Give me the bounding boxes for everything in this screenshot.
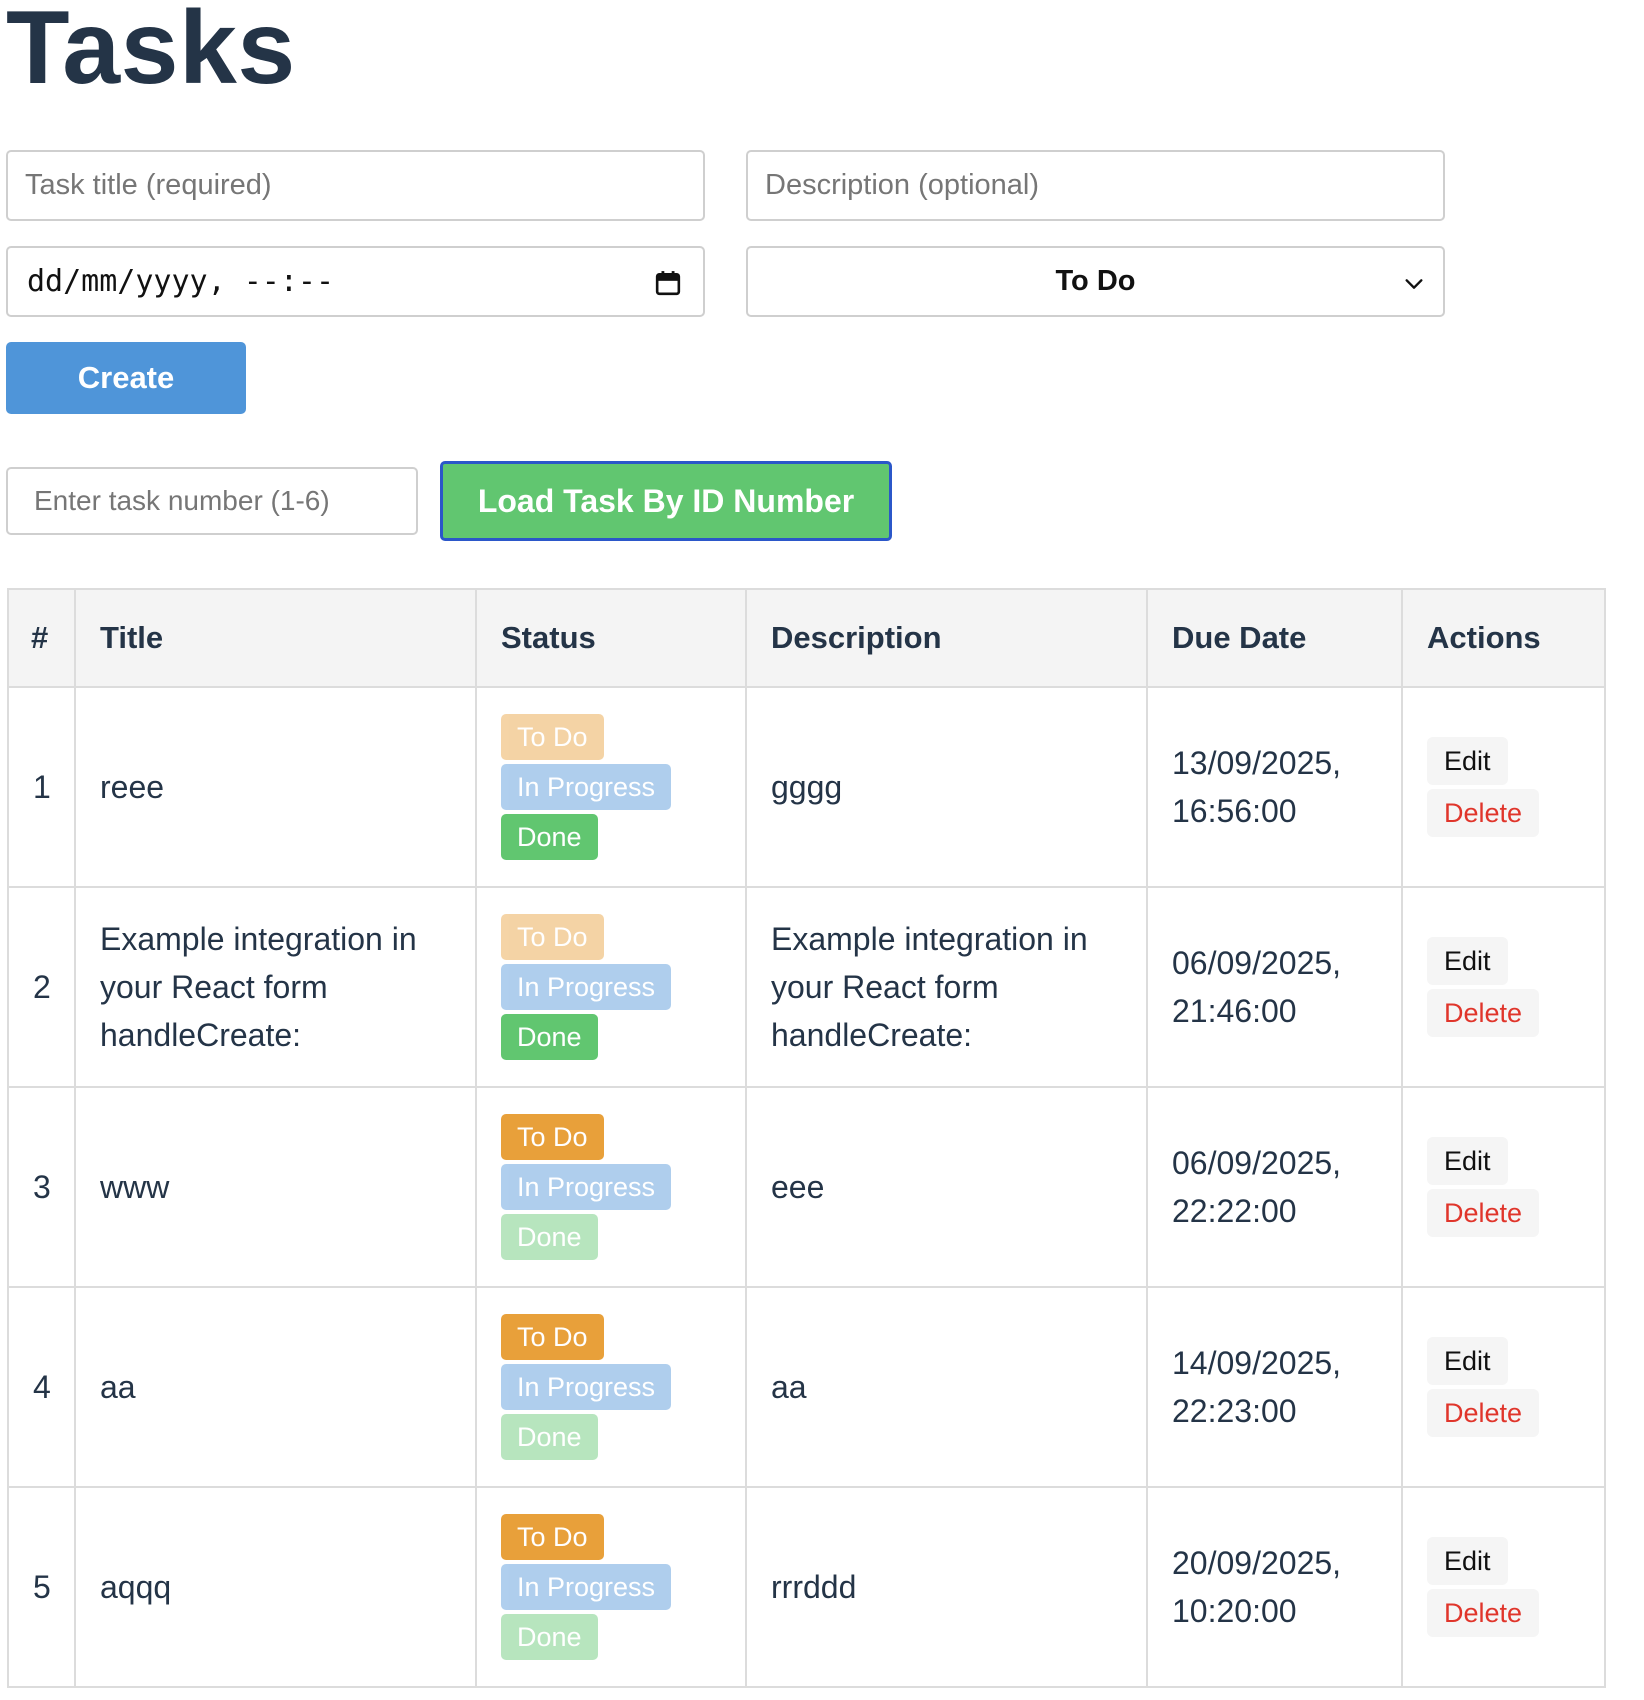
due-date-line: 06/09/2025,	[1172, 1145, 1342, 1181]
task-actions: Edit Delete	[1401, 1086, 1606, 1288]
table-row: 5 aqqq To Do In Progress Done rrrddd 20/09/202…	[7, 1486, 1606, 1688]
status-done-button[interactable]: Done	[501, 1014, 598, 1060]
task-status: To Do In Progress Done	[475, 686, 747, 888]
due-time-line: 21:46:00	[1172, 993, 1297, 1029]
table-row: 3 www To Do In Progress Done eee 06/09/2025, 22…	[7, 1086, 1606, 1288]
status-select-value: To Do	[1055, 265, 1136, 297]
status-todo-button[interactable]: To Do	[501, 1314, 604, 1360]
edit-button[interactable]: Edit	[1427, 1537, 1508, 1585]
task-due-date: 14/09/2025, 22:23:00	[1146, 1286, 1403, 1488]
task-actions: Edit Delete	[1401, 1286, 1606, 1488]
status-in-progress-button[interactable]: In Progress	[501, 1364, 672, 1410]
tasks-page: Tasks Task title (required) Description …	[0, 0, 1644, 1700]
task-status: To Do In Progress Done	[475, 1086, 747, 1288]
delete-button[interactable]: Delete	[1427, 1389, 1540, 1437]
status-done-button[interactable]: Done	[501, 1214, 598, 1260]
chevron-down-icon	[1405, 279, 1423, 289]
status-todo-button[interactable]: To Do	[501, 714, 604, 760]
task-title: www	[74, 1086, 477, 1288]
due-time-line: 22:23:00	[1172, 1393, 1297, 1429]
task-title-placeholder: Task title (required)	[25, 169, 272, 201]
task-description: eee	[745, 1086, 1148, 1288]
header-title: Title	[74, 588, 477, 688]
delete-button[interactable]: Delete	[1427, 1589, 1540, 1637]
task-status: To Do In Progress Done	[475, 886, 747, 1088]
task-due-date: 06/09/2025, 22:22:00	[1146, 1086, 1403, 1288]
header-number: #	[7, 588, 76, 688]
task-due-date: 13/09/2025, 16:56:00	[1146, 686, 1403, 888]
edit-button[interactable]: Edit	[1427, 737, 1508, 785]
due-time-line: 22:22:00	[1172, 1193, 1297, 1229]
task-title-input[interactable]: Task title (required)	[6, 150, 705, 221]
task-title: reee	[74, 686, 477, 888]
status-done-button[interactable]: Done	[501, 814, 598, 860]
task-actions: Edit Delete	[1401, 1486, 1606, 1688]
task-title: aqqq	[74, 1486, 477, 1688]
status-done-button[interactable]: Done	[501, 1414, 598, 1460]
task-description-input[interactable]: Description (optional)	[746, 150, 1445, 221]
load-task-button[interactable]: Load Task By ID Number	[440, 461, 892, 541]
task-number-input[interactable]: Enter task number (1-6)	[6, 467, 418, 535]
header-status: Status	[475, 588, 747, 688]
table-row: 2 Example integration in your React form …	[7, 886, 1606, 1088]
header-actions: Actions	[1401, 588, 1606, 688]
delete-button[interactable]: Delete	[1427, 789, 1540, 837]
task-status: To Do In Progress Done	[475, 1486, 747, 1688]
due-date-line: 14/09/2025,	[1172, 1345, 1342, 1381]
task-description: rrrddd	[745, 1486, 1148, 1688]
task-actions: Edit Delete	[1401, 886, 1606, 1088]
due-date-line: 13/09/2025,	[1172, 745, 1342, 781]
task-description: Example integration in your React form h…	[745, 886, 1148, 1088]
edit-button[interactable]: Edit	[1427, 937, 1508, 985]
task-title: Example integration in your React form h…	[74, 886, 477, 1088]
task-number-placeholder: Enter task number (1-6)	[34, 485, 330, 516]
task-actions: Edit Delete	[1401, 686, 1606, 888]
table-row: 4 aa To Do In Progress Done aa 14/09/2025, 22:2…	[7, 1286, 1606, 1488]
task-number: 1	[7, 686, 76, 888]
task-number: 2	[7, 886, 76, 1088]
task-number: 3	[7, 1086, 76, 1288]
calendar-icon[interactable]	[655, 270, 681, 296]
task-number: 5	[7, 1486, 76, 1688]
status-todo-button[interactable]: To Do	[501, 1114, 604, 1160]
status-select[interactable]: To Do	[746, 246, 1445, 317]
header-description: Description	[745, 588, 1148, 688]
due-time-line: 16:56:00	[1172, 793, 1297, 829]
delete-button[interactable]: Delete	[1427, 1189, 1540, 1237]
table-body: 1 reee To Do In Progress Done gggg 13/09/2025,…	[7, 686, 1606, 1688]
header-due-date: Due Date	[1146, 588, 1403, 688]
status-done-button[interactable]: Done	[501, 1614, 598, 1660]
task-description: gggg	[745, 686, 1148, 888]
create-button[interactable]: Create	[6, 342, 246, 414]
tasks-table: # Title Status Description Due Date Acti…	[7, 588, 1606, 1688]
status-in-progress-button[interactable]: In Progress	[501, 1164, 672, 1210]
table-header-row: # Title Status Description Due Date Acti…	[7, 588, 1606, 688]
due-date-input[interactable]: dd/mm/yyyy, --:--	[6, 246, 705, 317]
status-in-progress-button[interactable]: In Progress	[501, 964, 672, 1010]
delete-button[interactable]: Delete	[1427, 989, 1540, 1037]
task-due-date: 20/09/2025, 10:20:00	[1146, 1486, 1403, 1688]
task-status: To Do In Progress Done	[475, 1286, 747, 1488]
due-date-line: 20/09/2025,	[1172, 1545, 1342, 1581]
edit-button[interactable]: Edit	[1427, 1337, 1508, 1385]
status-todo-button[interactable]: To Do	[501, 914, 604, 960]
status-todo-button[interactable]: To Do	[501, 1514, 604, 1560]
page-title: Tasks	[6, 0, 296, 106]
status-in-progress-button[interactable]: In Progress	[501, 1564, 672, 1610]
task-title: aa	[74, 1286, 477, 1488]
due-date-placeholder: dd/mm/yyyy, --:--	[27, 264, 335, 299]
status-in-progress-button[interactable]: In Progress	[501, 764, 672, 810]
table-row: 1 reee To Do In Progress Done gggg 13/09/2025,…	[7, 686, 1606, 888]
task-due-date: 06/09/2025, 21:46:00	[1146, 886, 1403, 1088]
due-date-line: 06/09/2025,	[1172, 945, 1342, 981]
edit-button[interactable]: Edit	[1427, 1137, 1508, 1185]
task-number: 4	[7, 1286, 76, 1488]
task-description: aa	[745, 1286, 1148, 1488]
task-description-placeholder: Description (optional)	[765, 169, 1040, 201]
due-time-line: 10:20:00	[1172, 1593, 1297, 1629]
